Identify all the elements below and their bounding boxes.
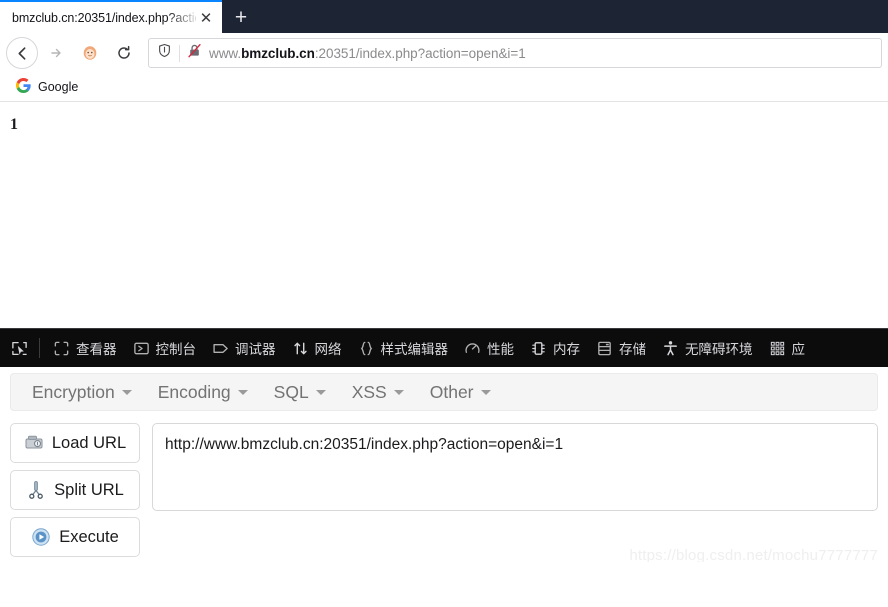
element-picker-icon[interactable] (4, 333, 34, 363)
hackbar-body: Load URL Split URL Execute http://www.bm… (0, 411, 888, 557)
devtools-tab-inspector[interactable]: 查看器 (45, 331, 125, 365)
devtools-tab-network[interactable]: 网络 (284, 331, 350, 365)
devtools-tab-label: 查看器 (76, 342, 117, 357)
menu-label: Encoding (157, 381, 231, 402)
bookmarks-toolbar: Google (0, 73, 888, 102)
menu-encoding[interactable]: Encoding (147, 378, 259, 407)
page-content: 1 (0, 102, 888, 328)
menu-label: XSS (351, 381, 387, 402)
load-url-icon (24, 433, 44, 453)
page-body-text: 1 (10, 116, 18, 133)
button-label: Load URL (51, 433, 127, 452)
insecure-lock-icon[interactable] (187, 43, 202, 63)
devtools-tab-console[interactable]: 控制台 (125, 331, 205, 365)
performance-icon (464, 340, 481, 357)
style-editor-icon (358, 340, 375, 357)
devtools-tab-label: 性能 (487, 342, 514, 357)
navigation-toolbar: www.bmzclub.cn:20351/index.php?action=op… (0, 33, 888, 73)
menu-sql[interactable]: SQL (263, 378, 337, 407)
hackbar-action-buttons: Load URL Split URL Execute (10, 423, 140, 557)
split-url-button[interactable]: Split URL (10, 470, 140, 510)
extension-avatar-icon[interactable] (74, 37, 106, 69)
google-icon (15, 77, 31, 96)
devtools-tab-debugger[interactable]: 调试器 (204, 331, 284, 365)
menu-other[interactable]: Other (419, 378, 502, 407)
accessibility-icon (662, 340, 679, 357)
devtools-tab-memory[interactable]: 内存 (522, 331, 588, 365)
menu-xss[interactable]: XSS (341, 378, 415, 407)
bookmark-label: Google (38, 80, 79, 94)
execute-button[interactable]: Execute (10, 517, 140, 557)
devtools-tab-label: 网络 (314, 342, 342, 357)
memory-icon (530, 340, 547, 357)
tab-title: bmzclub.cn:20351/index.php?action=open&i… (12, 10, 196, 25)
forward-button[interactable] (40, 37, 72, 69)
devtools-tab-performance[interactable]: 性能 (456, 331, 522, 365)
menu-label: Other (429, 381, 474, 402)
console-icon (133, 340, 150, 357)
url-text: www.bmzclub.cn:20351/index.php?action=op… (209, 45, 526, 61)
devtools-tab-label: 控制台 (155, 342, 197, 357)
chevron-down-icon (315, 389, 326, 395)
button-label: Execute (59, 527, 119, 546)
devtools-tab-label: 应 (791, 342, 806, 357)
url-input[interactable] (152, 423, 878, 511)
button-label: Split URL (54, 480, 124, 499)
inspector-icon (53, 340, 70, 357)
debugger-icon (212, 340, 229, 357)
menu-label: Encryption (32, 381, 115, 402)
watermark-text: https://blog.csdn.net/mochu7777777 (629, 547, 878, 562)
devtools-tab-style-editor[interactable]: 样式编辑器 (350, 331, 457, 365)
menu-encryption[interactable]: Encryption (21, 378, 143, 407)
chevron-down-icon (121, 389, 132, 395)
hackbar-menubar: Encryption Encoding SQL XSS Other (10, 373, 878, 411)
devtools-tab-label: 调试器 (235, 342, 276, 357)
new-tab-button[interactable]: + (222, 3, 260, 33)
devtools-tab-accessibility[interactable]: 无障碍环境 (654, 331, 761, 365)
browser-tab[interactable]: bmzclub.cn:20351/index.php?action=open&i… (0, 0, 222, 33)
reload-button[interactable] (108, 37, 140, 69)
bookmark-item-google[interactable]: Google (8, 76, 86, 98)
hackbar-panel: Encryption Encoding SQL XSS Other Load U… (0, 367, 888, 562)
url-bar-divider (179, 44, 180, 62)
url-bar[interactable]: www.bmzclub.cn:20351/index.php?action=op… (148, 38, 882, 68)
storage-icon (596, 340, 613, 357)
execute-icon (31, 527, 51, 547)
browser-window: bmzclub.cn:20351/index.php?action=open&i… (0, 0, 888, 562)
network-icon (292, 340, 309, 357)
devtools-tab-storage[interactable]: 存储 (588, 331, 654, 365)
devtools-tab-label: 样式编辑器 (380, 342, 449, 357)
toolbar-divider (39, 338, 40, 358)
chevron-down-icon (237, 389, 248, 395)
split-url-icon (26, 480, 46, 500)
menu-label: SQL (273, 381, 309, 402)
chevron-down-icon (393, 389, 404, 395)
back-button[interactable] (6, 37, 38, 69)
load-url-button[interactable]: Load URL (10, 423, 140, 463)
chevron-down-icon (480, 389, 491, 395)
tab-strip: bmzclub.cn:20351/index.php?action=open&i… (0, 0, 888, 33)
devtools-tab-application[interactable]: 应 (761, 331, 814, 365)
devtools-tab-label: 存储 (619, 342, 646, 357)
devtools-tab-label: 内存 (553, 342, 580, 357)
devtools-tab-label: 无障碍环境 (685, 342, 753, 357)
close-icon[interactable]: ✕ (196, 8, 216, 28)
shield-icon[interactable] (157, 43, 172, 63)
devtools-toolbar: 查看器 控制台 调试器 网络 样式编辑器 性能 内存 存储 无障碍环境 应 (0, 328, 888, 367)
application-icon (769, 340, 786, 357)
